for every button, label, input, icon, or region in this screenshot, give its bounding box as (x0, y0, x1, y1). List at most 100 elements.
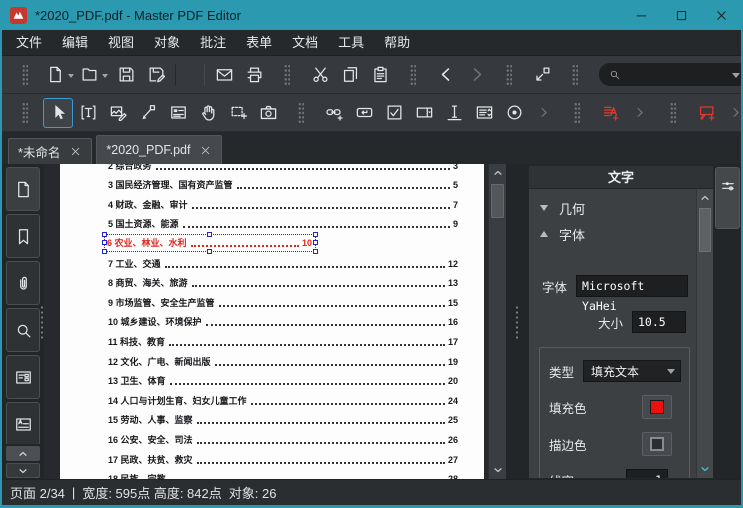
sidebar-scroll-up-button[interactable] (6, 446, 40, 461)
search-input[interactable] (626, 66, 732, 83)
scroll-down-icon[interactable] (697, 461, 713, 477)
properties-flyout-tab[interactable] (715, 167, 740, 229)
sidebar-thumbnails-button[interactable] (6, 167, 40, 211)
menu-help[interactable]: 帮助 (374, 30, 420, 56)
tab-close-icon[interactable] (69, 145, 82, 158)
menu-file[interactable]: 文件 (6, 30, 52, 56)
open-file-button[interactable] (77, 60, 111, 90)
edit-image-tool-button[interactable] (103, 98, 133, 128)
combobox-field-tool[interactable] (409, 98, 439, 128)
section-font[interactable]: 字体 (529, 221, 692, 247)
select-tool-button[interactable] (43, 97, 73, 128)
tab-2020-pdf[interactable]: *2020_PDF.pdf (96, 135, 223, 164)
toolbar-overflow-chevron[interactable] (625, 98, 655, 128)
toc-row[interactable]: 9 市场监管、安全生产监管 15 (60, 292, 484, 312)
print-button[interactable] (239, 60, 269, 90)
back-button[interactable] (431, 60, 461, 90)
sidebar-scroll-down-button[interactable] (6, 463, 40, 478)
scroll-up-icon[interactable] (697, 190, 713, 206)
add-link-button[interactable] (319, 98, 349, 128)
document-scrollbar[interactable] (488, 164, 506, 479)
toc-row[interactable]: 18 民族、宗教 28 (60, 469, 484, 479)
toc-row[interactable]: 11 科技、教育 17 (60, 331, 484, 351)
toc-entry-label: 11 科技、教育 (108, 336, 166, 347)
text-field-tool[interactable] (439, 98, 469, 128)
font-size-field[interactable]: 10.5 (632, 311, 686, 333)
tab-close-icon[interactable] (199, 144, 212, 157)
minimize-button[interactable] (621, 0, 661, 30)
sidebar-signature-button[interactable] (6, 402, 40, 446)
scroll-down-icon[interactable] (489, 462, 506, 478)
toc-row[interactable]: 3 国民经济管理、国有资产监管 5 (60, 175, 484, 195)
sidebar-bookmarks-button[interactable] (6, 214, 40, 258)
toc-row[interactable]: 16 公安、安全、司法 26 (60, 429, 484, 449)
bookmarks-icon (14, 227, 33, 246)
new-document-button[interactable] (43, 60, 77, 90)
save-as-button[interactable] (141, 60, 171, 90)
panel-scrollbar[interactable] (696, 189, 713, 478)
checkbox-field-tool[interactable] (379, 98, 409, 128)
menu-comment[interactable]: 批注 (190, 30, 236, 56)
menu-edit[interactable]: 编辑 (52, 30, 98, 56)
edit-path-tool-button[interactable] (133, 98, 163, 128)
overflow-icon (727, 103, 742, 122)
paste-button[interactable] (365, 60, 395, 90)
toc-row[interactable]: 17 民政、扶贫、救灾 27 (60, 449, 484, 469)
email-button[interactable] (209, 60, 239, 90)
save-button[interactable] (111, 60, 141, 90)
copy-button[interactable] (335, 60, 365, 90)
toc-row[interactable]: 5 国土资源、能源 9 (60, 214, 484, 234)
menu-form[interactable]: 表单 (236, 30, 282, 56)
radio-field-tool[interactable] (499, 98, 529, 128)
toc-row[interactable]: 4 财政、金融、审计 7 (60, 194, 484, 214)
menu-document[interactable]: 文档 (282, 30, 328, 56)
panel-splitter[interactable] (506, 164, 528, 479)
close-button[interactable] (701, 0, 741, 30)
toc-row[interactable]: 2 综合政务 3 (60, 164, 484, 175)
maximize-button[interactable] (661, 0, 701, 30)
menu-tools[interactable]: 工具 (328, 30, 374, 56)
toc-row[interactable]: 13 卫生、体育 20 (60, 371, 484, 391)
sidebar-attachments-button[interactable] (6, 261, 40, 305)
listbox-field-tool[interactable] (469, 98, 499, 128)
stroke-color-swatch[interactable] (642, 432, 672, 456)
font-name-field[interactable]: Microsoft YaHei (576, 275, 688, 313)
cut-button[interactable] (305, 60, 335, 90)
tab-untitled[interactable]: *未命名 (8, 138, 93, 164)
hand-tool-button[interactable] (193, 98, 223, 128)
type-dropdown[interactable]: 填充文本 (583, 360, 682, 382)
fit-page-button[interactable] (527, 60, 557, 90)
line-width-field[interactable]: 1 (626, 469, 668, 478)
snapshot-tool-button[interactable] (253, 98, 283, 128)
toolbar-overflow-chevron[interactable] (721, 98, 742, 128)
section-geometry[interactable]: 几何 (529, 195, 692, 221)
toc-row[interactable]: 15 劳动、人事、监察 25 (60, 410, 484, 430)
toc-row[interactable]: 8 商贸、海关、旅游 13 (60, 273, 484, 293)
toc-row[interactable]: 7 工业、交通 12 (60, 253, 484, 273)
toc-row[interactable]: 10 城乡建设、环境保护 16 (60, 312, 484, 332)
text-annotation-tool[interactable] (595, 98, 625, 128)
scroll-up-icon[interactable] (489, 165, 506, 181)
splitter-handle[interactable] (515, 304, 519, 339)
callout-annotation-tool[interactable] (691, 98, 721, 128)
menu-object[interactable]: 对象 (144, 30, 190, 56)
search-dropdown-arrow-icon[interactable] (732, 72, 740, 82)
form-properties-button[interactable] (163, 98, 193, 128)
sidebar-search-button[interactable] (6, 308, 40, 352)
button-field-tool[interactable] (349, 98, 379, 128)
stroke-color-label: 描边色 (549, 438, 587, 453)
toc-row[interactable]: 12 文化、广电、新闻出版 19 (60, 351, 484, 371)
fit-page-icon (533, 65, 552, 84)
edit-text-tool-button[interactable] (73, 98, 103, 128)
toc-row[interactable]: 6 农业、林业、水利 10 (102, 232, 318, 254)
sidebar-forms-button[interactable] (6, 355, 40, 399)
select-region-button[interactable] (223, 98, 253, 128)
fill-color-swatch[interactable] (642, 395, 672, 419)
toc-row[interactable]: 14 人口与计划生育、妇女儿童工作 24 (60, 390, 484, 410)
forward-button[interactable] (461, 60, 491, 90)
toolbar-overflow-chevron[interactable] (529, 98, 559, 128)
toc-leader-dots (182, 226, 450, 229)
scrollbar-thumb[interactable] (699, 208, 711, 252)
menu-view[interactable]: 视图 (98, 30, 144, 56)
scrollbar-thumb[interactable] (491, 184, 504, 218)
